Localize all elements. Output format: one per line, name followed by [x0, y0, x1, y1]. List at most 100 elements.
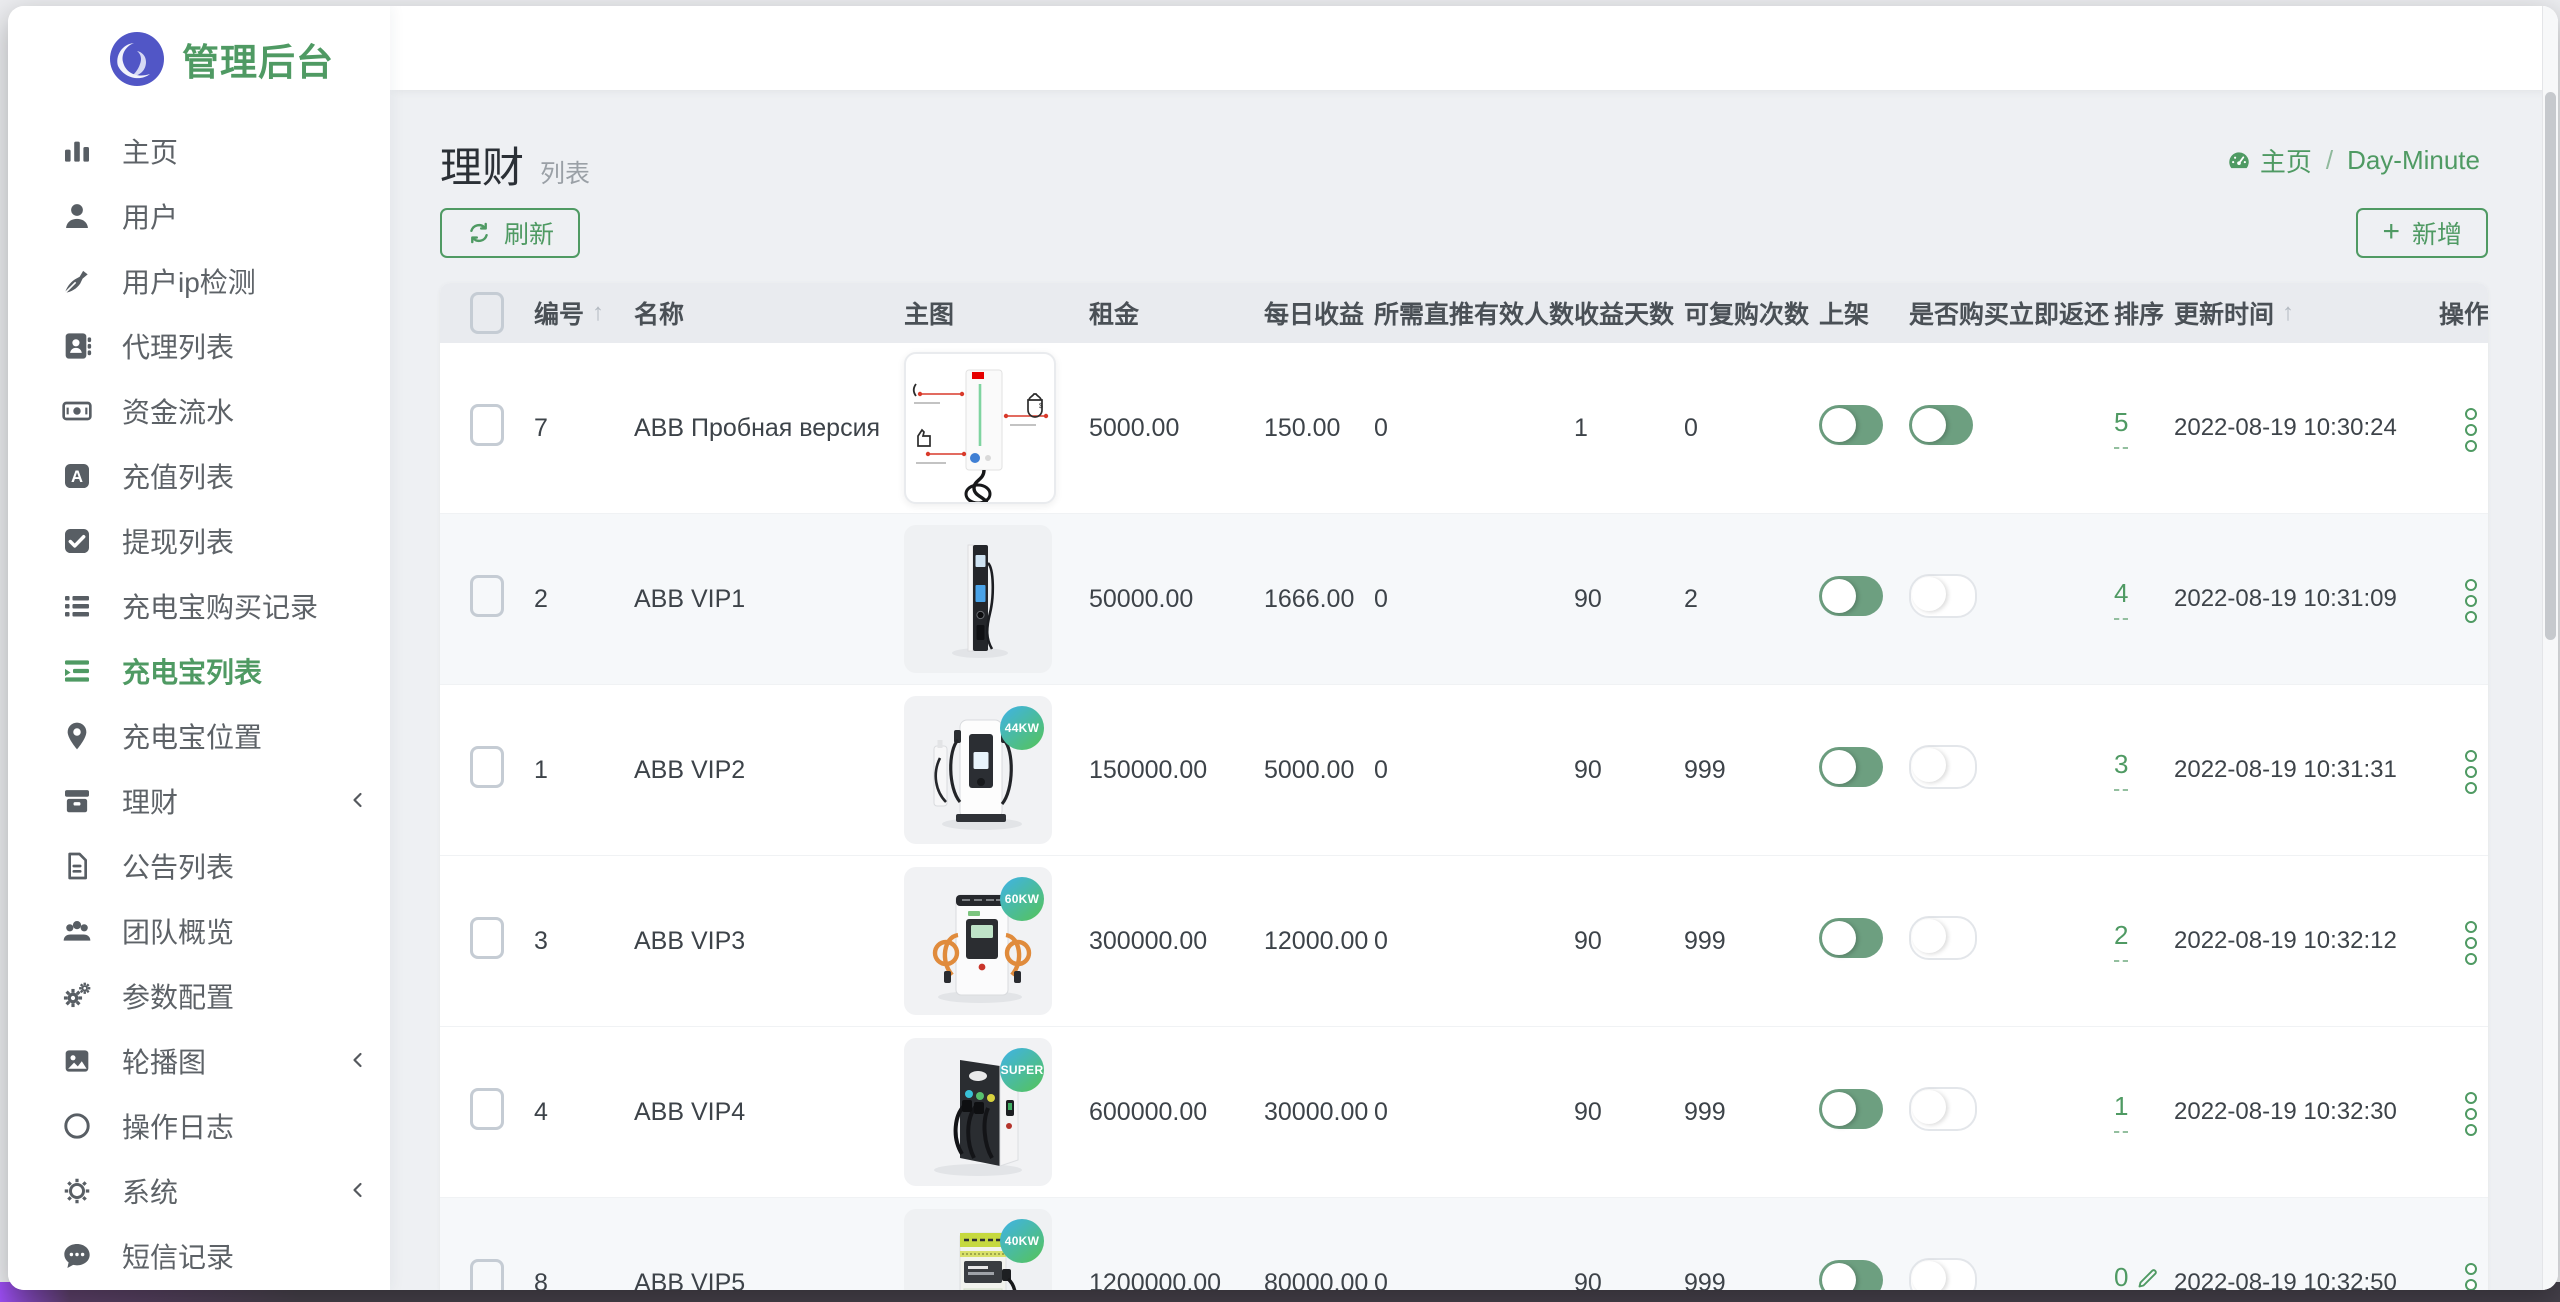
cell-name: ABB VIP1	[630, 585, 900, 614]
cell-name: ABB VIP4	[630, 1098, 900, 1127]
row-checkbox[interactable]	[470, 917, 504, 959]
select-all-checkbox[interactable]	[470, 292, 504, 334]
table-row: 4ABB VIP4 SUPER600000.0030000.0009099912…	[440, 1026, 2488, 1197]
sidebar-item-param-config[interactable]: 参数配置	[8, 963, 390, 1028]
cell-name: ABB VIP5	[630, 1269, 900, 1291]
col-daily_income: 每日收益	[1260, 295, 1370, 331]
product-image[interactable]: 44KW	[904, 696, 1052, 844]
cell-direct-push: 0	[1370, 414, 1570, 443]
table-body: 7ABB Пробная версия $ 5000.00150.0001052…	[440, 343, 2488, 1290]
instant-return-toggle[interactable]	[1909, 916, 1977, 960]
cell-daily-income: 150.00	[1260, 414, 1370, 443]
product-image[interactable]: SUPER	[904, 1038, 1052, 1186]
cell-name: ABB VIP2	[630, 756, 900, 785]
sidebar-item-users[interactable]: 用户	[8, 183, 390, 248]
cogs-icon	[60, 979, 94, 1013]
on-shelf-toggle[interactable]	[1819, 918, 1883, 958]
sidebar-item-team-overview[interactable]: 团队概览	[8, 898, 390, 963]
cell-direct-push: 0	[1370, 1098, 1570, 1127]
cell-income-days: 90	[1570, 756, 1680, 785]
instant-return-toggle[interactable]	[1909, 574, 1977, 618]
instant-return-toggle[interactable]	[1909, 745, 1977, 789]
logo-icon	[110, 32, 164, 86]
sidebar-item-announcement-list[interactable]: 公告列表	[8, 833, 390, 898]
sidebar: 管理后台 主页用户用户ip检测代理列表资金流水A充值列表提现列表充电宝购买记录充…	[8, 6, 390, 1290]
instant-return-toggle[interactable]	[1909, 405, 1973, 445]
sidebar-item-label: 团队概览	[122, 911, 234, 951]
cell-daily-income: 1666.00	[1260, 585, 1370, 614]
on-shelf-toggle[interactable]	[1819, 405, 1883, 445]
cell-rebuy-times: 999	[1680, 756, 1815, 785]
row-actions-menu[interactable]	[2459, 744, 2483, 800]
sort-value-link[interactable]: 4	[2114, 578, 2128, 620]
sidebar-item-powerbank-location[interactable]: 充电宝位置	[8, 703, 390, 768]
sidebar-item-system[interactable]: 系统	[8, 1158, 390, 1223]
sort-value-link[interactable]: 3	[2114, 749, 2128, 791]
refresh-button[interactable]: 刷新	[440, 208, 580, 258]
sort-value-link[interactable]: 2	[2114, 920, 2128, 962]
product-image[interactable]: 40KW	[904, 1209, 1052, 1290]
sidebar-item-fund-flow[interactable]: 资金流水	[8, 378, 390, 443]
refresh-icon	[466, 220, 492, 246]
row-actions-menu[interactable]	[2459, 915, 2483, 971]
topbar	[390, 6, 2558, 90]
sidebar-item-sms-records[interactable]: 短信记录	[8, 1223, 390, 1288]
table-row: 3ABB VIP3 60KW300000.0012000.00090999220…	[440, 855, 2488, 1026]
sidebar-item-powerbank-purchases[interactable]: 充电宝购买记录	[8, 573, 390, 638]
col-rent: 租金	[1085, 295, 1260, 331]
on-shelf-toggle[interactable]	[1819, 1089, 1883, 1129]
scrollbar-thumb[interactable]	[2545, 92, 2556, 640]
sidebar-item-agent-list[interactable]: 代理列表	[8, 313, 390, 378]
cell-direct-push: 0	[1370, 756, 1570, 785]
sidebar-menu: 主页用户用户ip检测代理列表资金流水A充值列表提现列表充电宝购买记录充电宝列表充…	[8, 118, 390, 1288]
row-actions-menu[interactable]	[2459, 1257, 2483, 1290]
cell-daily-income: 12000.00	[1260, 927, 1370, 956]
row-checkbox[interactable]	[470, 746, 504, 788]
row-actions-menu[interactable]	[2459, 402, 2483, 458]
sidebar-item-carousel[interactable]: 轮播图	[8, 1028, 390, 1093]
sidebar-item-label: 短信记录	[122, 1236, 234, 1276]
sidebar-item-label: 理财	[122, 781, 178, 821]
sidebar-item-withdraw-list[interactable]: 提现列表	[8, 508, 390, 573]
sort-value-link[interactable]: 5	[2114, 407, 2128, 449]
cell-rebuy-times: 0	[1680, 414, 1815, 443]
col-updated[interactable]: 更新时间↑	[2170, 295, 2435, 331]
breadcrumb-home-link[interactable]: 主页	[2226, 142, 2312, 179]
cell-direct-push: 0	[1370, 585, 1570, 614]
sidebar-item-label: 操作日志	[122, 1106, 234, 1146]
instant-return-toggle[interactable]	[1909, 1258, 1977, 1291]
map-marker-icon	[60, 719, 94, 753]
sidebar-item-recharge-list[interactable]: A充值列表	[8, 443, 390, 508]
product-image[interactable]: $	[904, 352, 1056, 504]
sidebar-item-operation-log[interactable]: 操作日志	[8, 1093, 390, 1158]
sort-arrow-icon: ↑	[592, 299, 604, 327]
list-icon	[60, 589, 94, 623]
cell-rent: 5000.00	[1085, 414, 1260, 443]
product-image[interactable]	[904, 525, 1052, 673]
sidebar-item-powerbank-list[interactable]: 充电宝列表	[8, 638, 390, 703]
cell-income-days: 90	[1570, 585, 1680, 614]
instant-return-toggle[interactable]	[1909, 1087, 1977, 1131]
main-content: 理财 列表 主页 / Day-Minute	[390, 6, 2558, 1290]
col-id[interactable]: 编号↑	[530, 295, 630, 331]
app-title: 管理后台	[182, 32, 334, 86]
on-shelf-toggle[interactable]	[1819, 576, 1883, 616]
sort-value-link[interactable]: 0	[2114, 1262, 2160, 1290]
col-actions: 操作	[2435, 295, 2488, 331]
add-button[interactable]: + 新增	[2356, 208, 2488, 258]
row-checkbox[interactable]	[470, 575, 504, 617]
cell-direct-push: 0	[1370, 927, 1570, 956]
row-checkbox[interactable]	[470, 1259, 504, 1291]
product-image[interactable]: 60KW	[904, 867, 1052, 1015]
on-shelf-toggle[interactable]	[1819, 1260, 1883, 1291]
sidebar-item-user-ip-check[interactable]: 用户ip检测	[8, 248, 390, 313]
sidebar-item-finance[interactable]: 理财	[8, 768, 390, 833]
sidebar-item-home[interactable]: 主页	[8, 118, 390, 183]
cell-rent: 600000.00	[1085, 1098, 1260, 1127]
row-actions-menu[interactable]	[2459, 573, 2483, 629]
row-actions-menu[interactable]	[2459, 1086, 2483, 1142]
row-checkbox[interactable]	[470, 1088, 504, 1130]
on-shelf-toggle[interactable]	[1819, 747, 1883, 787]
sort-value-link[interactable]: 1	[2114, 1091, 2128, 1133]
row-checkbox[interactable]	[470, 404, 504, 446]
